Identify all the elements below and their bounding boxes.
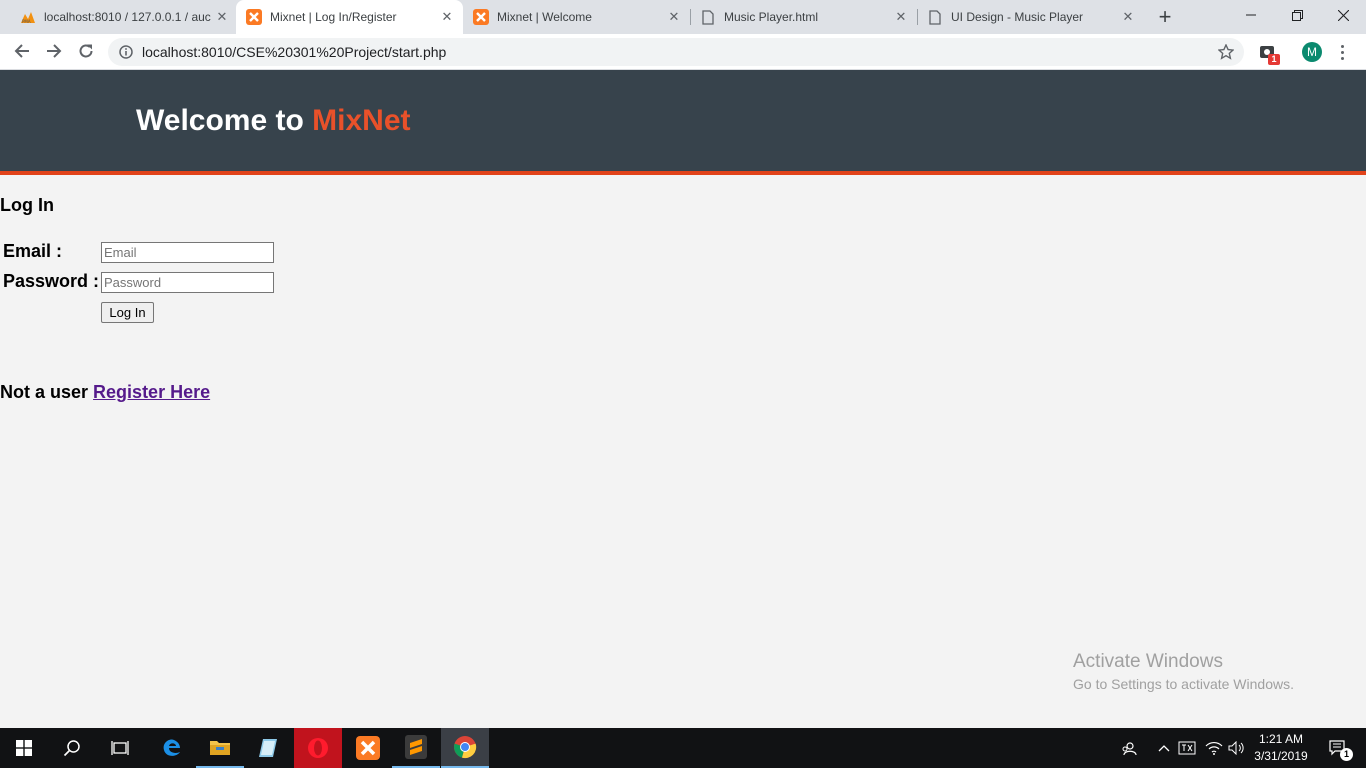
tab-mixnet-welcome[interactable]: Mixnet | Welcome ✕ (463, 0, 690, 34)
task-view-icon[interactable] (96, 728, 144, 768)
forward-icon[interactable] (40, 37, 68, 65)
browser-tab-strip: PMA localhost:8010 / 127.0.0.1 / auc ✕ M… (0, 0, 1366, 34)
file-explorer-icon[interactable] (196, 728, 244, 768)
reload-icon[interactable] (72, 37, 100, 65)
tab-title: UI Design - Music Player (951, 10, 1084, 24)
password-field[interactable] (101, 272, 274, 293)
profile-avatar[interactable]: M (1302, 42, 1322, 62)
password-label: Password : (3, 271, 100, 291)
tab-title: Mixnet | Log In/Register (270, 10, 397, 24)
close-tab-icon[interactable]: ✕ (1118, 9, 1138, 25)
close-tab-icon[interactable]: ✕ (212, 9, 232, 25)
chevron-up-icon[interactable] (1154, 728, 1174, 768)
xampp-icon (473, 9, 489, 25)
opera-icon[interactable] (294, 728, 342, 768)
input-method-icon[interactable] (1176, 728, 1198, 768)
start-icon[interactable] (0, 728, 48, 768)
search-icon[interactable] (48, 728, 96, 768)
extension-icon[interactable]: 1 (1259, 44, 1281, 66)
tab-mixnet-login[interactable]: Mixnet | Log In/Register ✕ (236, 0, 463, 34)
action-center-icon[interactable]: 1 (1318, 728, 1358, 768)
wifi-icon[interactable] (1203, 728, 1225, 768)
menu-kebab-icon[interactable] (1334, 42, 1350, 62)
email-label: Email : (3, 241, 63, 261)
taskbar-clock[interactable]: 1:21 AM 3/31/2019 (1250, 731, 1312, 765)
new-tab-icon[interactable]: + (1152, 4, 1178, 30)
tab-title: Mixnet | Welcome (497, 10, 592, 24)
edge-icon[interactable] (148, 728, 196, 768)
minimize-icon[interactable] (1228, 0, 1274, 30)
clock-date: 3/31/2019 (1254, 749, 1308, 763)
file-icon (700, 9, 716, 25)
welcome-text: Welcome to (136, 104, 304, 137)
tab-music-player[interactable]: Music Player.html ✕ (690, 0, 917, 34)
people-icon[interactable] (1118, 728, 1140, 768)
xampp-icon (246, 9, 262, 25)
sublime-text-icon[interactable] (392, 728, 440, 768)
windows-taskbar: 1:21 AM 3/31/2019 1 (0, 728, 1366, 768)
back-icon[interactable] (8, 37, 36, 65)
chrome-icon[interactable] (441, 728, 489, 768)
register-prompt: Not a user (0, 382, 89, 402)
close-tab-icon[interactable]: ✕ (437, 9, 457, 25)
header-accent-bar (0, 171, 1366, 175)
file-icon (927, 9, 943, 25)
watermark-title: Activate Windows (1073, 651, 1223, 672)
restore-icon[interactable] (1274, 0, 1320, 30)
notification-badge: 1 (1340, 748, 1353, 761)
xampp-icon[interactable] (344, 728, 392, 768)
close-window-icon[interactable] (1320, 0, 1366, 30)
tab-title: localhost:8010 / 127.0.0.1 / auc (44, 10, 211, 24)
phpmyadmin-icon: PMA (20, 9, 36, 25)
browser-toolbar: localhost:8010/CSE%20301%20Project/start… (0, 34, 1366, 70)
register-link[interactable]: Register Here (93, 382, 210, 402)
bookmark-star-icon[interactable] (1217, 43, 1235, 65)
page-title: Welcome to MixNet (136, 104, 411, 138)
login-heading: Log In (0, 195, 54, 215)
email-field[interactable] (101, 242, 274, 263)
activate-windows-watermark: Activate Windows Go to Settings to activ… (1073, 651, 1294, 692)
tab-phpmyadmin[interactable]: PMA localhost:8010 / 127.0.0.1 / auc ✕ (10, 0, 238, 34)
url-text: localhost:8010/CSE%20301%20Project/start… (142, 44, 447, 60)
watermark-subtitle: Go to Settings to activate Windows. (1073, 676, 1294, 692)
extension-badge: 1 (1268, 54, 1280, 65)
info-icon[interactable] (119, 45, 133, 64)
close-tab-icon[interactable]: ✕ (664, 9, 684, 25)
notepad-icon[interactable] (244, 728, 292, 768)
tab-ui-design[interactable]: UI Design - Music Player ✕ (917, 0, 1144, 34)
login-button[interactable]: Log In (101, 302, 154, 323)
tab-title: Music Player.html (724, 10, 819, 24)
register-row: Not a user Register Here (0, 382, 210, 403)
svg-text:PMA: PMA (22, 19, 31, 24)
clock-time: 1:21 AM (1258, 732, 1304, 746)
close-tab-icon[interactable]: ✕ (891, 9, 911, 25)
volume-icon[interactable] (1226, 728, 1248, 768)
brand-name: MixNet (312, 104, 411, 137)
address-bar[interactable]: localhost:8010/CSE%20301%20Project/start… (108, 38, 1244, 66)
